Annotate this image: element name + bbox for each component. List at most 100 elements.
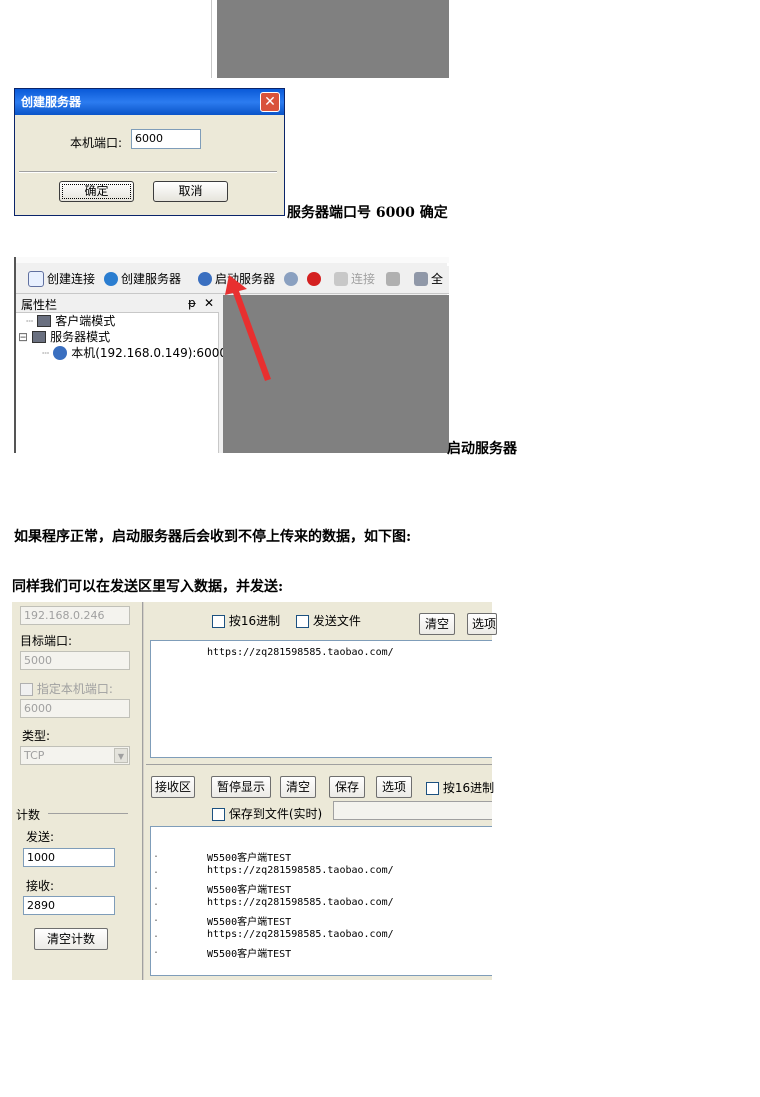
send-hex-checkbox[interactable]: 按16进制	[212, 612, 280, 629]
create-server-button[interactable]: 创建服务器	[104, 268, 181, 290]
checkbox-icon	[426, 782, 439, 795]
line-marker: .	[153, 865, 160, 876]
users-icon	[53, 346, 68, 360]
send-textarea[interactable]: https://zq281598585.taobao.com/	[150, 640, 492, 758]
options-send-button[interactable]: 选项	[467, 613, 497, 635]
panel-close-icon[interactable]: ✕	[204, 296, 214, 310]
all-button[interactable]: 全	[414, 268, 443, 290]
users-stop-icon	[284, 272, 298, 286]
toolbar-screenshot: 创建连接 创建服务器 启动服务器 连接 全 属性栏 ᵽ ✕ ┄ 客户端模式 ⊟ …	[14, 257, 449, 453]
red-arrow-icon	[225, 275, 271, 381]
top-image-fragment	[211, 0, 449, 78]
target-port-input[interactable]: 5000	[20, 651, 130, 670]
recv-hex-checkbox[interactable]: 按16进制	[426, 779, 494, 796]
create-server-label: 创建服务器	[121, 272, 182, 286]
recv-line: W5500客户端TEST	[207, 917, 292, 928]
line-marker: .	[153, 913, 160, 924]
cut-top-strip	[16, 257, 449, 263]
line-marker: .	[153, 945, 160, 956]
recv-count-input[interactable]: 2890	[23, 896, 115, 915]
line-marker: .	[153, 881, 160, 892]
computer-icon	[37, 315, 52, 327]
column-divider	[142, 602, 144, 980]
specify-local-port-label: 指定本机端口:	[36, 682, 113, 696]
count-label: 计数	[16, 808, 41, 822]
send-text: https://zq281598585.taobao.com/	[207, 647, 394, 658]
tree-line-icon: ┄	[26, 314, 34, 328]
cancel-button[interactable]: 取消	[153, 181, 228, 202]
connect-icon	[334, 272, 348, 286]
tree-item-server-mode[interactable]: ⊟ 服务器模式	[18, 329, 110, 345]
stop-server-button[interactable]	[284, 268, 298, 290]
count-divider	[48, 813, 128, 814]
grey-workspace	[217, 0, 449, 78]
recv-line: W5500客户端TEST	[207, 949, 292, 960]
tree-line-icon: ┄	[42, 346, 50, 360]
target-port-label: 目标端口:	[20, 634, 73, 648]
recv-textarea[interactable]: . W5500客户端TEST. https://zq281598585.taobao…	[150, 826, 492, 976]
close-icon[interactable]: ✕	[260, 92, 280, 112]
panel-title: 属性栏	[21, 298, 58, 312]
connection-tree: ┄ 客户端模式 ⊟ 服务器模式 ┄ 本机(192.168.0.149):6000	[16, 313, 227, 453]
pin-icon[interactable]: ᵽ	[188, 296, 196, 310]
tree-item-local[interactable]: ┄ 本机(192.168.0.149):6000	[42, 345, 227, 361]
recv-count-label: 接收:	[26, 879, 55, 893]
debug-app-screenshot: 192.168.0.246 目标端口: 5000 指定本机端口: 6000 类型…	[12, 602, 497, 980]
port-input[interactable]: 6000	[131, 129, 201, 149]
port-label: 本机端口:	[70, 136, 123, 150]
caption-start-server: 启动服务器	[447, 441, 517, 457]
checkbox-icon	[212, 615, 225, 628]
type-value: TCP	[24, 749, 45, 762]
users-icon	[198, 272, 212, 286]
dialog-title: 创建服务器	[15, 89, 284, 115]
checkbox-icon	[296, 615, 309, 628]
save-to-file-checkbox[interactable]: 保存到文件(实时)	[212, 805, 322, 822]
create-connection-button[interactable]: 创建连接	[28, 268, 95, 290]
save-to-file-label: 保存到文件(实时)	[228, 807, 323, 821]
delete-button[interactable]	[307, 268, 321, 290]
recv-line: https://zq281598585.taobao.com/	[207, 897, 394, 908]
caption-server-port: 服务器端口号 6000 确定	[287, 205, 448, 221]
clear-count-button[interactable]: 清空计数	[34, 928, 108, 950]
client-mode-label: 客户端模式	[55, 314, 116, 328]
recv-line: https://zq281598585.taobao.com/	[207, 929, 394, 940]
send-file-label: 发送文件	[312, 614, 361, 628]
send-count-label: 发送:	[26, 830, 55, 844]
ok-button[interactable]: 确定	[59, 181, 134, 202]
checkbox-icon	[20, 683, 33, 696]
ip-input[interactable]: 192.168.0.246	[20, 606, 130, 625]
clear-recv-button[interactable]: 清空	[280, 776, 316, 798]
new-document-icon	[28, 271, 44, 287]
clear-send-button[interactable]: 清空	[419, 613, 455, 635]
type-select[interactable]: TCP ▼	[20, 746, 130, 765]
tree-item-client-mode[interactable]: ┄ 客户端模式	[26, 313, 115, 329]
line-marker: .	[153, 849, 160, 860]
specify-local-port-checkbox[interactable]: 指定本机端口:	[20, 680, 113, 697]
checkbox-icon	[212, 808, 225, 821]
globe-icon	[104, 272, 118, 286]
create-server-dialog: 创建服务器 ✕ 本机端口: 6000 确定 取消	[14, 88, 285, 216]
connect-button[interactable]: 连接	[334, 268, 375, 290]
recv-hex-label: 按16进制	[442, 781, 495, 795]
paragraph-normal-program: 如果程序正常，启动服务器后会收到不停上传来的数据，如下图:	[14, 529, 412, 545]
recv-line: W5500客户端TEST	[207, 853, 292, 864]
connect-label: 连接	[351, 272, 376, 286]
send-file-checkbox[interactable]: 发送文件	[296, 612, 361, 629]
local-server-label: 本机(192.168.0.149):6000	[71, 346, 227, 360]
save-button[interactable]: 保存	[329, 776, 365, 798]
send-hex-label: 按16进制	[228, 614, 281, 628]
dialog-divider	[19, 171, 277, 173]
file-path-input[interactable]	[333, 801, 492, 820]
server-mode-label: 服务器模式	[50, 330, 111, 344]
recv-line: W5500客户端TEST	[207, 885, 292, 896]
recv-area-tab[interactable]: 接收区	[151, 776, 195, 798]
send-count-input[interactable]: 1000	[23, 848, 115, 867]
options-recv-button[interactable]: 选项	[376, 776, 412, 798]
disconnect-button[interactable]	[386, 268, 400, 290]
pause-display-button[interactable]: 暂停显示	[211, 776, 271, 798]
local-port-input[interactable]: 6000	[20, 699, 130, 718]
recv-toolbar-divider	[146, 764, 492, 765]
recv-line: https://zq281598585.taobao.com/	[207, 865, 394, 876]
line-marker: .	[153, 929, 160, 940]
all-label: 全	[431, 272, 444, 286]
